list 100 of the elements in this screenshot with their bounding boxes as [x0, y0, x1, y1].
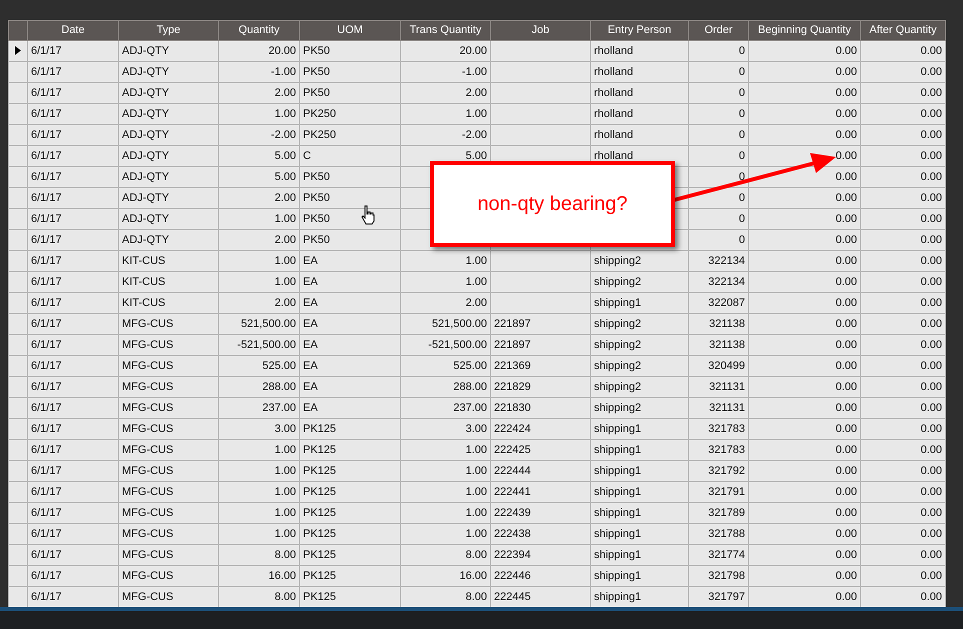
table-cell: 0.00: [860, 208, 946, 230]
table-cell: 6/1/17: [28, 356, 118, 376]
column-header[interactable]: Quantity: [218, 20, 300, 40]
table-cell: 8.00: [400, 544, 490, 566]
table-cell: 0.00: [748, 544, 860, 566]
table-cell: 0: [688, 230, 748, 250]
table-cell: rholland: [590, 104, 688, 124]
table-cell: 0.00: [748, 398, 860, 418]
table-cell: 6/1/17: [28, 502, 118, 524]
table-cell: 2.00: [218, 188, 300, 208]
table-cell: PK125: [300, 460, 400, 482]
table-cell: 0: [688, 40, 748, 62]
table-cell: 3.00: [218, 418, 300, 440]
table-cell: EA: [300, 314, 400, 334]
table-cell: 1.00: [400, 272, 490, 292]
table-cell: 6/1/17: [28, 418, 118, 440]
table-cell: 0.00: [860, 62, 946, 82]
table-cell: shipping2: [590, 356, 688, 376]
table-cell: 6/1/17: [28, 208, 118, 230]
table-cell: PK125: [300, 440, 400, 460]
table-cell: 0.00: [748, 124, 860, 146]
table-cell: shipping1: [590, 502, 688, 524]
table-cell: 0.00: [860, 356, 946, 376]
table-cell: shipping1: [590, 482, 688, 502]
table-cell: 1.00: [218, 272, 300, 292]
table-cell: 0.00: [860, 482, 946, 502]
table-cell: ADJ-QTY: [118, 166, 218, 188]
table-cell: 0.00: [748, 460, 860, 482]
table-cell: 6/1/17: [28, 376, 118, 398]
table-cell: 322134: [688, 250, 748, 272]
table-cell: 1.00: [400, 250, 490, 272]
column-header[interactable]: UOM: [300, 20, 400, 40]
table-cell: -1.00: [218, 62, 300, 82]
table-cell: 1.00: [218, 250, 300, 272]
table-cell: MFG-CUS: [118, 524, 218, 544]
table-cell: 1.00: [400, 524, 490, 544]
table-cell: 0.00: [860, 166, 946, 188]
hand-cursor-icon: [361, 205, 376, 225]
table-cell: 1.00: [400, 460, 490, 482]
table-cell: 521,500.00: [218, 314, 300, 334]
table-cell: MFG-CUS: [118, 376, 218, 398]
table-cell: 6/1/17: [28, 524, 118, 544]
table-cell: 0.00: [748, 230, 860, 250]
column-header[interactable]: Beginning Quantity: [748, 20, 860, 40]
row-header[interactable]: [8, 40, 28, 62]
table-cell: 321138: [688, 334, 748, 356]
row-header[interactable]: [8, 586, 28, 608]
table-cell: MFG-CUS: [118, 356, 218, 376]
table-cell: 321792: [688, 460, 748, 482]
table-cell: 8.00: [400, 586, 490, 608]
column-header[interactable]: Order: [688, 20, 748, 40]
table-cell: shipping2: [590, 272, 688, 292]
table-cell: 0.00: [860, 502, 946, 524]
table-cell: 321788: [688, 524, 748, 544]
table-cell: 237.00: [218, 398, 300, 418]
table-cell: 0.00: [860, 82, 946, 104]
table-cell: 6/1/17: [28, 566, 118, 586]
table-cell: 0.00: [748, 334, 860, 356]
table-cell: PK50: [300, 40, 400, 62]
table-cell: 237.00: [400, 398, 490, 418]
table-cell: shipping1: [590, 418, 688, 440]
table-cell: EA: [300, 398, 400, 418]
column-header[interactable]: Job: [490, 20, 590, 40]
column-header[interactable]: After Quantity: [860, 20, 946, 40]
column-header[interactable]: Trans Quantity: [400, 20, 490, 40]
table-cell: 0.00: [860, 544, 946, 566]
table-cell: KIT-CUS: [118, 250, 218, 272]
table-cell: 6/1/17: [28, 292, 118, 314]
table-cell: 6/1/17: [28, 166, 118, 188]
table-cell: 6/1/17: [28, 586, 118, 608]
table-cell: 0.00: [748, 40, 860, 62]
table-cell: 20.00: [400, 40, 490, 62]
table-cell: EA: [300, 250, 400, 272]
table-cell: 0.00: [748, 356, 860, 376]
table-cell: 6/1/17: [28, 272, 118, 292]
table-cell: 0.00: [748, 418, 860, 440]
table-cell: ADJ-QTY: [118, 146, 218, 166]
table-cell: -521,500.00: [218, 334, 300, 356]
table-cell: shipping2: [590, 250, 688, 272]
table-cell: 321798: [688, 566, 748, 586]
table-cell: MFG-CUS: [118, 502, 218, 524]
table-cell: 321131: [688, 398, 748, 418]
table-cell: 0.00: [860, 230, 946, 250]
table-cell: -2.00: [400, 124, 490, 146]
table-cell: PK50: [300, 166, 400, 188]
table-cell: PK250: [300, 104, 400, 124]
column-header[interactable]: Entry Person: [590, 20, 688, 40]
table-cell: 221830: [490, 398, 590, 418]
column-header[interactable]: Type: [118, 20, 218, 40]
column-header[interactable]: Date: [28, 20, 118, 40]
table-cell: 6/1/17: [28, 334, 118, 356]
table-cell: 222445: [490, 586, 590, 608]
table-cell: MFG-CUS: [118, 482, 218, 502]
table-cell: PK125: [300, 482, 400, 502]
table-cell: 0.00: [860, 376, 946, 398]
table-cell: 321138: [688, 314, 748, 334]
table-cell: 0.00: [860, 334, 946, 356]
table-cell: 5.00: [218, 146, 300, 166]
table-cell: PK50: [300, 82, 400, 104]
table-cell: 0: [688, 208, 748, 230]
